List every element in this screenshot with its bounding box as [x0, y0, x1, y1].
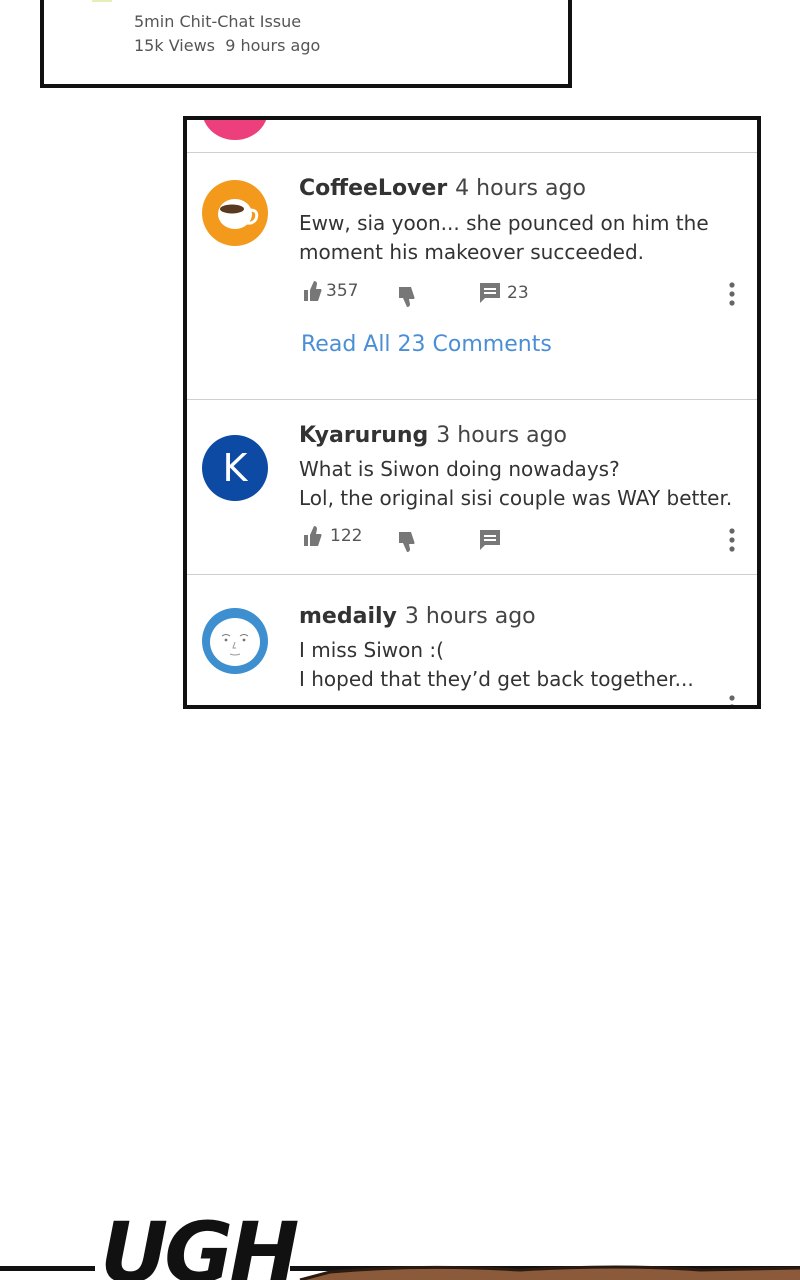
comments-panel: CoffeeLover 4 hours ago Eww, sia yoon... …	[183, 116, 761, 709]
avatar	[202, 120, 268, 140]
article-thumbnail	[92, 0, 112, 2]
comment-line: I miss Siwon :(	[299, 638, 444, 662]
comment-line: What is Siwon doing nowadays?	[299, 457, 620, 481]
article-time: 9 hours ago	[225, 36, 321, 55]
article-views: 15k Views	[134, 36, 216, 55]
article-category: 5min Chit-Chat Issue	[134, 12, 302, 31]
thumbs-down-icon	[399, 532, 415, 552]
comment-icon	[480, 530, 500, 550]
comment-username[interactable]: Kyarurung	[299, 423, 428, 448]
coffee-cup-icon[interactable]	[202, 180, 268, 246]
divider	[187, 399, 757, 400]
read-all-comments-link[interactable]: Read All 23 Comments	[301, 332, 552, 357]
thumbs-up-icon	[304, 281, 322, 301]
comment-icon	[480, 283, 500, 303]
sfx-text: UGH	[100, 1204, 298, 1280]
dislike-button[interactable]	[397, 286, 417, 308]
comment-line: moment his makeover succeeded.	[299, 240, 645, 264]
comment-time: 3 hours ago	[404, 604, 536, 629]
article-panel: 5min Chit-Chat Issue 15k Views 9 hours a…	[40, 0, 572, 88]
comment-text: What is Siwon doing nowadays? Lol, the o…	[299, 455, 732, 513]
dislike-button[interactable]	[397, 531, 417, 553]
like-count: 122	[330, 526, 363, 546]
comic-sfx-art: UGH	[0, 1200, 800, 1280]
comment-line: I hoped that they’d get back together...	[299, 667, 694, 691]
thumbs-up-icon	[304, 526, 322, 546]
comment-header: Kyarurung 3 hours ago	[299, 423, 567, 448]
divider	[187, 574, 757, 575]
reply-count: 23	[507, 283, 529, 303]
thumbs-down-icon	[399, 287, 415, 307]
more-options-icon[interactable]	[727, 281, 737, 307]
more-options-icon[interactable]	[727, 527, 737, 553]
comment-text: I miss Siwon :( I hoped that they’d get …	[299, 636, 694, 694]
like-count: 357	[326, 281, 359, 301]
face-sketch-icon[interactable]	[202, 608, 268, 674]
article-stats: 15k Views 9 hours ago	[134, 36, 320, 55]
avatar-letter: K	[222, 446, 248, 490]
reply-button[interactable]: 23	[479, 282, 529, 304]
reply-button[interactable]	[479, 529, 501, 551]
avatar[interactable]: K	[202, 435, 268, 501]
comment-username[interactable]: medaily	[299, 604, 397, 629]
comment-header: CoffeeLover 4 hours ago	[299, 176, 586, 201]
divider	[187, 152, 757, 153]
comment-username[interactable]: CoffeeLover	[299, 176, 447, 201]
comment-time: 4 hours ago	[455, 176, 586, 201]
comment-line: Eww, sia yoon... she pounced on him the	[299, 211, 709, 235]
like-button[interactable]: 122	[302, 525, 362, 547]
like-button[interactable]: 357	[302, 280, 358, 302]
comment-header: medaily 3 hours ago	[299, 604, 536, 629]
more-options-icon[interactable]	[727, 694, 737, 709]
comment-time: 3 hours ago	[436, 423, 568, 448]
comment-text: Eww, sia yoon... she pounced on him the …	[299, 209, 709, 267]
comment-line: Lol, the original sisi couple was WAY be…	[299, 486, 733, 510]
